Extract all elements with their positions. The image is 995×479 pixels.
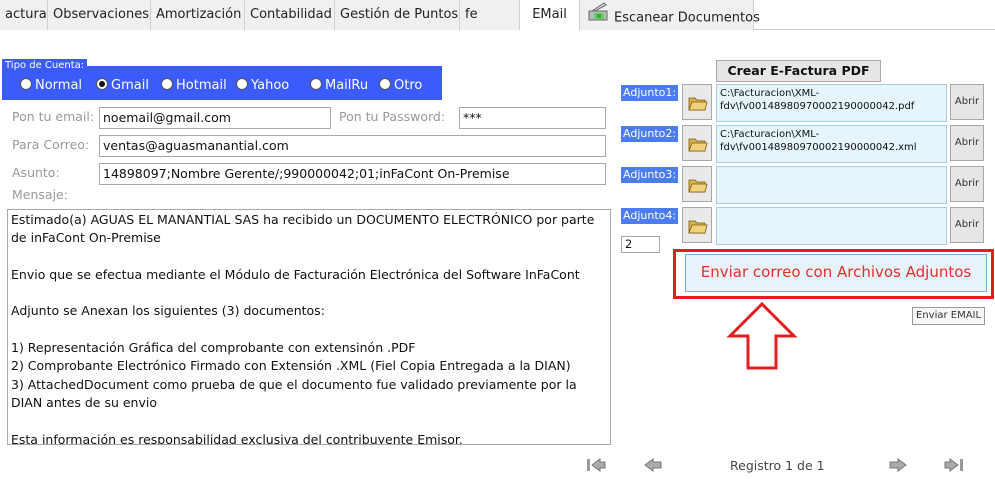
browse-attachment-3-button[interactable]	[682, 166, 712, 202]
radio-label: Hotmail	[176, 78, 227, 93]
radio-dot	[236, 78, 248, 90]
radio-normal[interactable]: Normal	[20, 78, 82, 93]
open-attachment-3-button[interactable]: Abrir	[950, 166, 984, 202]
folder-icon	[688, 138, 708, 152]
tab-contabilidad[interactable]: Contabilidad	[245, 0, 335, 30]
subject-field[interactable]: 14898097;Nombre Gerente/;990000042;01;in…	[99, 163, 606, 185]
to-field[interactable]: ventas@aguasmanantial.com	[99, 135, 606, 157]
radio-dot-selected	[96, 78, 108, 90]
attachment-1-path[interactable]: C:\Facturacion\XML- fdv\fv00148980970002…	[716, 84, 947, 122]
radio-hotmail[interactable]: Hotmail	[161, 78, 227, 93]
message-label: Mensaje:	[12, 187, 68, 202]
attachment-1-label: Adjunto1:	[621, 85, 679, 101]
folder-icon	[688, 220, 708, 234]
message-textarea[interactable]: Estimado(a) AGUAS EL MANANTIAL SAS ha re…	[7, 209, 611, 445]
tab-escanear-documentos[interactable]: Escanear Documentos	[580, 0, 760, 30]
browse-attachment-4-button[interactable]	[682, 207, 712, 243]
scanner-icon	[586, 0, 610, 36]
last-record-icon[interactable]	[942, 455, 966, 475]
attachment-2-label: Adjunto2:	[621, 126, 679, 142]
radio-mailru[interactable]: MailRu	[310, 78, 368, 93]
arrow-up-icon	[726, 301, 798, 370]
attachment-3-path[interactable]	[716, 166, 947, 204]
radio-yahoo[interactable]: Yahoo	[236, 78, 289, 93]
email-label: Pon tu email:	[12, 109, 95, 124]
browse-attachment-2-button[interactable]	[682, 125, 712, 161]
radio-label: Gmail	[111, 78, 149, 93]
attachment-4-path[interactable]	[716, 207, 947, 245]
send-email-button[interactable]: Enviar correo con Archivos Adjuntos	[685, 254, 987, 292]
tab-label: Amortización	[156, 7, 242, 22]
email-field[interactable]: noemail@gmail.com	[99, 107, 331, 129]
tab-label: Escanear Documentos	[614, 10, 760, 26]
tab-label: Contabilidad	[250, 7, 332, 22]
tab-bar: actura Observaciones Amortización Contab…	[0, 0, 995, 30]
radio-otro[interactable]: Otro	[379, 78, 422, 93]
create-pdf-button[interactable]: Crear E-Factura PDF	[716, 60, 881, 82]
tab-fe[interactable]: fe	[460, 0, 520, 30]
prev-record-icon[interactable]	[641, 455, 665, 475]
attachment-4-label: Adjunto4:	[621, 208, 679, 224]
first-record-icon[interactable]	[584, 455, 608, 475]
tab-email[interactable]: EMail	[520, 0, 580, 30]
tooltip: Enviar EMAIL	[912, 307, 986, 325]
radio-label: Otro	[394, 78, 423, 93]
radio-label: Normal	[35, 78, 83, 93]
next-record-icon[interactable]	[886, 455, 910, 475]
tab-gestion-puntos[interactable]: Gestión de Puntos	[335, 0, 460, 30]
radio-label: Yahoo	[251, 78, 290, 93]
radio-dot	[310, 78, 322, 90]
tab-factura[interactable]: actura	[0, 0, 48, 30]
radio-dot	[161, 78, 173, 90]
folder-icon	[688, 97, 708, 111]
tab-amortizacion[interactable]: Amortización	[151, 0, 245, 30]
password-label: Pon tu Password:	[339, 109, 446, 124]
record-counter: Registro 1 de 1	[730, 458, 825, 473]
radio-label: MailRu	[325, 78, 369, 93]
subject-label: Asunto:	[12, 165, 60, 180]
tab-label: Gestión de Puntos	[340, 7, 459, 22]
attachment-2-path[interactable]: C:\Facturacion\XML- fdv\fv00148980970002…	[716, 125, 947, 163]
open-attachment-1-button[interactable]: Abrir	[950, 84, 984, 120]
radio-dot	[379, 78, 391, 90]
account-type-legend: Tipo de Cuenta:	[2, 59, 88, 73]
browse-attachment-1-button[interactable]	[682, 84, 712, 120]
tab-label: fe	[465, 7, 478, 22]
tab-label: actura	[5, 7, 47, 22]
tab-observaciones[interactable]: Observaciones	[48, 0, 151, 30]
folder-icon	[688, 179, 708, 193]
attachment-3-label: Adjunto3:	[621, 167, 679, 183]
attachment-count-field[interactable]: 2	[621, 236, 660, 253]
tab-label: Observaciones	[53, 7, 149, 22]
to-label: Para Correo:	[12, 137, 90, 152]
open-attachment-4-button[interactable]: Abrir	[950, 207, 984, 243]
radio-dot	[20, 78, 32, 90]
tab-label: EMail	[532, 7, 567, 22]
radio-gmail[interactable]: Gmail	[96, 78, 149, 93]
open-attachment-2-button[interactable]: Abrir	[950, 125, 984, 161]
password-field[interactable]: ***	[459, 107, 606, 129]
